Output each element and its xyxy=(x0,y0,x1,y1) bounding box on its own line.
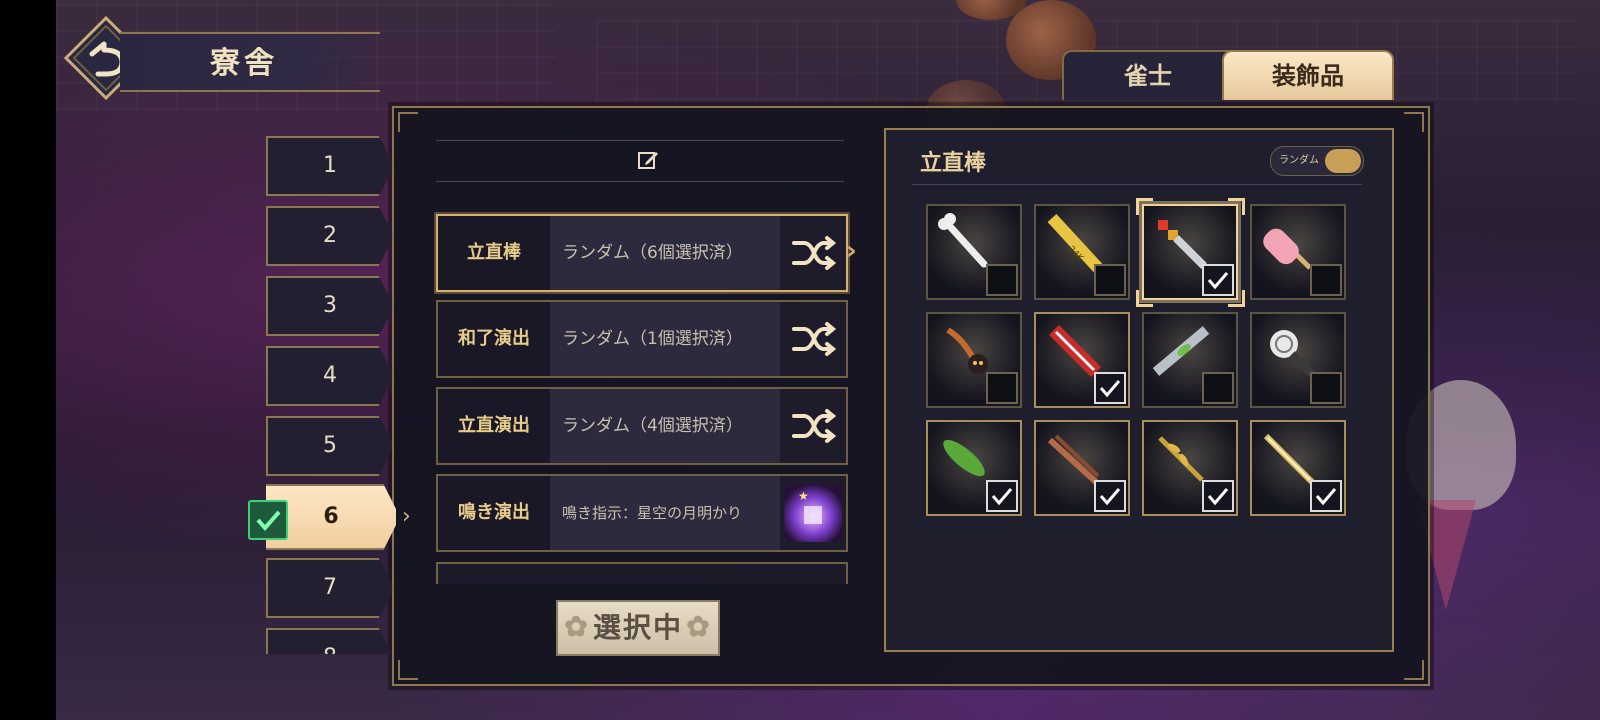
item-checkbox[interactable] xyxy=(1202,372,1234,404)
preset-4[interactable]: 4 xyxy=(266,346,394,406)
item-checkbox[interactable] xyxy=(1202,480,1234,512)
row-value: ランダム（4個選択済） xyxy=(550,389,788,463)
active-preset-check-icon xyxy=(248,500,288,540)
item-bone-stick[interactable] xyxy=(926,204,1022,300)
sakura-left-icon: ✿ xyxy=(564,610,590,643)
row-value: ランダム（1個選択済） xyxy=(550,302,788,376)
chopstick-icon xyxy=(1047,434,1100,485)
list-row-call-effect[interactable]: 鳴き演出 鳴き指示：星空の月明かり ★ xyxy=(436,474,848,552)
selection-corner xyxy=(1228,198,1245,215)
item-checkbox[interactable] xyxy=(1094,264,1126,296)
chevron-right-icon: › xyxy=(402,504,411,529)
item-checkbox[interactable] xyxy=(1094,480,1126,512)
item-wooden-chopstick[interactable] xyxy=(1034,420,1130,516)
row-label: 和了演出 xyxy=(438,302,550,376)
popsicle-icon xyxy=(1263,228,1312,270)
row-label: 鳴き演出 xyxy=(438,476,550,550)
pixel-sword-icon xyxy=(1158,220,1207,269)
panel-title: 立直棒 xyxy=(920,150,987,176)
red-can-icon xyxy=(1049,325,1101,377)
random-toggle[interactable]: ランダム xyxy=(1270,146,1364,176)
list-row-partial xyxy=(436,562,848,584)
preset-8[interactable]: 8 xyxy=(266,628,394,654)
preset-number-nav: 1 2 3 4 5 6 7 8 xyxy=(266,134,396,654)
item-checkbox[interactable] xyxy=(1310,480,1342,512)
row-label: 立直棒 xyxy=(438,216,550,290)
preset-5[interactable]: 5 xyxy=(266,416,394,476)
bamboo-leaf-icon xyxy=(943,439,985,477)
row-label: 立直演出 xyxy=(438,389,550,463)
item-ruler-leaf-stick[interactable] xyxy=(1142,312,1238,408)
selection-corner xyxy=(1136,198,1153,215)
item-checkbox[interactable] xyxy=(986,480,1018,512)
list-row-win-effect[interactable]: 和了演出 ランダム（1個選択済） xyxy=(436,300,848,378)
item-checkbox[interactable] xyxy=(1310,264,1342,296)
svg-text:★: ★ xyxy=(798,489,809,503)
golden-sword-icon xyxy=(1263,433,1315,485)
tab-decorations[interactable]: 装飾品 xyxy=(1222,50,1394,100)
spiral-candy-icon xyxy=(1270,330,1315,377)
item-pixel-sword-stick[interactable] xyxy=(1142,204,1238,300)
item-gold-24k-stick[interactable]: 24K xyxy=(1034,204,1130,300)
list-row-riichi-stick[interactable]: 立直棒 ランダム（6個選択済） xyxy=(436,214,848,292)
sakura-right-icon: ✿ xyxy=(686,610,712,643)
shuffle-icon[interactable] xyxy=(780,389,846,463)
item-checkbox[interactable] xyxy=(986,264,1018,296)
item-golden-sword-stick[interactable] xyxy=(1250,420,1346,516)
shuffle-icon[interactable] xyxy=(780,216,846,290)
row-value: 鳴き指示：星空の月明かり xyxy=(550,476,788,550)
item-black-cat-stick[interactable] xyxy=(926,312,1022,408)
preset-7[interactable]: 7 xyxy=(266,558,394,618)
black-cat-icon xyxy=(946,327,988,374)
tab-janshi[interactable]: 雀士 xyxy=(1062,50,1234,100)
toggle-knob xyxy=(1325,149,1361,173)
preset-3[interactable]: 3 xyxy=(266,276,394,336)
select-button-label: 選択中 xyxy=(592,611,683,644)
preset-2[interactable]: 2 xyxy=(266,206,394,266)
item-spiral-candy-stick[interactable] xyxy=(1250,312,1346,408)
shuffle-icon[interactable] xyxy=(780,302,846,376)
item-golden-laurel-stick[interactable] xyxy=(1142,420,1238,516)
item-popsicle-stick[interactable] xyxy=(1250,204,1346,300)
item-checkbox[interactable] xyxy=(1310,372,1342,404)
item-bamboo-leaf-stick[interactable] xyxy=(926,420,1022,516)
preset-1[interactable]: 1 xyxy=(266,136,394,196)
random-toggle-label: ランダム xyxy=(1279,155,1319,166)
bone-icon xyxy=(938,213,988,268)
page-title: 寮舎 xyxy=(210,46,278,81)
selected-status-button[interactable]: ✿ 選択中 ✿ xyxy=(556,600,720,656)
edit-icon[interactable] xyxy=(636,148,660,172)
row-value: ランダム（6個選択済） xyxy=(550,216,788,290)
item-checkbox[interactable] xyxy=(986,372,1018,404)
panel-divider xyxy=(912,184,1362,185)
list-row-riichi-effect[interactable]: 立直演出 ランダム（4個選択済） xyxy=(436,387,848,465)
selection-corner xyxy=(1136,290,1153,307)
golden-laurel-icon xyxy=(1158,436,1204,482)
row-chevron-icon: › xyxy=(846,236,857,266)
ruler-icon xyxy=(1152,326,1210,376)
item-red-can-stick[interactable] xyxy=(1034,312,1130,408)
gold-bar-icon: 24K xyxy=(1047,213,1102,272)
selection-corner xyxy=(1228,290,1245,307)
starry-moon-thumbnail-icon[interactable]: ★ xyxy=(780,476,846,550)
item-checkbox[interactable] xyxy=(1094,372,1126,404)
